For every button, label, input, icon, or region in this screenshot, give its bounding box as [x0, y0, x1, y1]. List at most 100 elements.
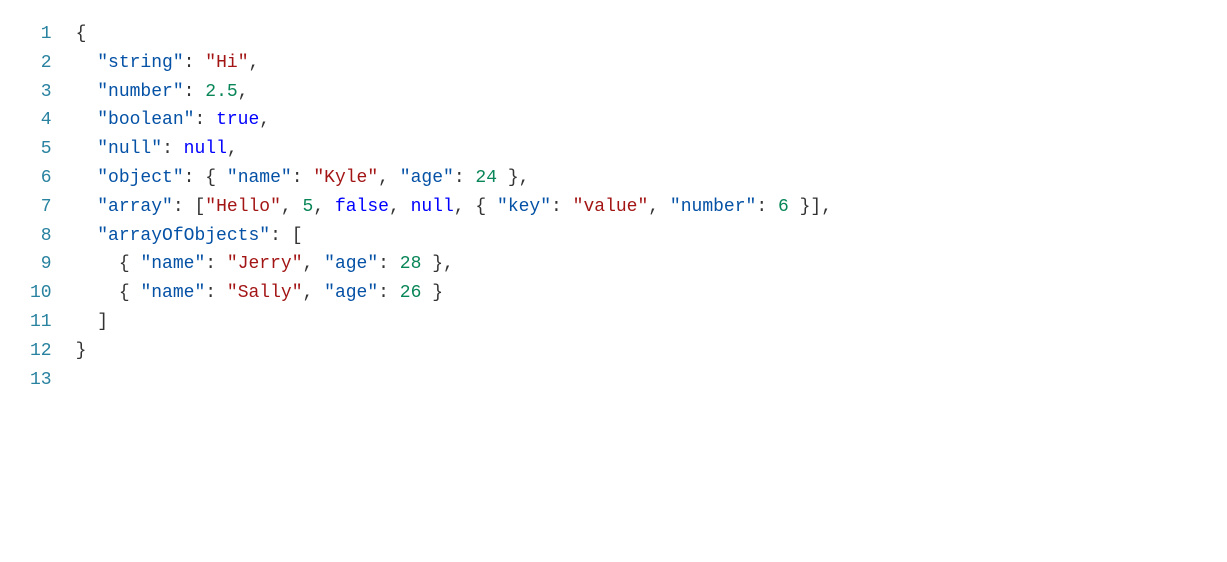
json-key: "name" [227, 168, 292, 188]
code-line[interactable] [76, 366, 832, 395]
indent [76, 226, 98, 246]
colon: : [184, 53, 206, 73]
colon: : [378, 283, 400, 303]
comma: , [648, 197, 670, 217]
brace-close: } [421, 283, 443, 303]
code-line[interactable]: "boolean": true, [76, 106, 832, 135]
json-key: "arrayOfObjects" [97, 226, 270, 246]
line-number: 8 [30, 222, 52, 251]
json-key: "number" [97, 82, 183, 102]
line-number: 10 [30, 279, 52, 308]
comma: , [281, 197, 303, 217]
json-keyword: true [216, 110, 259, 130]
json-string: "Kyle" [313, 168, 378, 188]
json-key: "age" [400, 168, 454, 188]
indent [76, 168, 98, 188]
code-editor[interactable]: 1 2 3 4 5 6 7 8 9 10 11 12 13 { "string"… [30, 20, 1197, 394]
comma: , [303, 254, 325, 274]
json-string: "value" [573, 197, 649, 217]
blank [76, 370, 87, 390]
bracket-close: ] [810, 197, 821, 217]
json-keyword: null [184, 139, 227, 159]
comma: , [821, 197, 832, 217]
code-line[interactable]: "string": "Hi", [76, 49, 832, 78]
json-number: 28 [400, 254, 422, 274]
line-number: 11 [30, 308, 52, 337]
bracket-open: [ [194, 197, 205, 217]
brace-close: } [76, 341, 87, 361]
colon: : [205, 254, 227, 274]
code-line[interactable]: { "name": "Jerry", "age": 28 }, [76, 250, 832, 279]
code-line[interactable]: } [76, 337, 832, 366]
json-string: "Jerry" [227, 254, 303, 274]
brace-open: { [76, 24, 87, 44]
code-line[interactable]: { [76, 20, 832, 49]
json-key: "null" [97, 139, 162, 159]
json-string: "Hi" [205, 53, 248, 73]
line-number: 1 [30, 20, 52, 49]
brace-close: } [789, 197, 811, 217]
code-line[interactable]: "object": { "name": "Kyle", "age": 24 }, [76, 164, 832, 193]
json-key: "key" [497, 197, 551, 217]
code-line[interactable]: "number": 2.5, [76, 78, 832, 107]
line-number: 9 [30, 250, 52, 279]
colon: : [194, 110, 216, 130]
indent [76, 283, 119, 303]
brace-close: } [421, 254, 443, 274]
json-key: "object" [97, 168, 183, 188]
code-content[interactable]: { "string": "Hi", "number": 2.5, "boolea… [76, 20, 832, 394]
code-line[interactable]: "arrayOfObjects": [ [76, 222, 832, 251]
brace-close: } [497, 168, 519, 188]
comma: , [378, 168, 400, 188]
json-key: "age" [324, 254, 378, 274]
code-line[interactable]: ] [76, 308, 832, 337]
line-number-gutter: 1 2 3 4 5 6 7 8 9 10 11 12 13 [30, 20, 76, 394]
colon: : [551, 197, 573, 217]
json-number: 5 [303, 197, 314, 217]
json-string: "Hello" [205, 197, 281, 217]
colon: : [184, 168, 206, 188]
colon: : [205, 283, 227, 303]
line-number: 6 [30, 164, 52, 193]
json-key: "string" [97, 53, 183, 73]
json-key: "name" [140, 254, 205, 274]
json-key: "name" [140, 283, 205, 303]
comma: , [259, 110, 270, 130]
bracket-close: ] [97, 312, 108, 332]
line-number: 5 [30, 135, 52, 164]
code-line[interactable]: "array": ["Hello", 5, false, null, { "ke… [76, 193, 832, 222]
colon: : [292, 168, 314, 188]
json-number: 24 [475, 168, 497, 188]
line-number: 7 [30, 193, 52, 222]
indent [76, 197, 98, 217]
colon: : [162, 139, 184, 159]
json-key: "array" [97, 197, 173, 217]
comma: , [519, 168, 530, 188]
colon: : [756, 197, 778, 217]
code-line[interactable]: { "name": "Sally", "age": 26 } [76, 279, 832, 308]
json-key: "age" [324, 283, 378, 303]
colon: : [378, 254, 400, 274]
indent [76, 312, 98, 332]
comma: , [249, 53, 260, 73]
indent [76, 53, 98, 73]
json-number: 2.5 [205, 82, 237, 102]
comma: , [227, 139, 238, 159]
colon: : [184, 82, 206, 102]
line-number: 12 [30, 337, 52, 366]
colon: : [454, 168, 476, 188]
json-keyword: null [411, 197, 454, 217]
line-number: 13 [30, 366, 52, 395]
code-line[interactable]: "null": null, [76, 135, 832, 164]
json-key: "boolean" [97, 110, 194, 130]
json-number: 6 [778, 197, 789, 217]
comma: , [238, 82, 249, 102]
indent [76, 139, 98, 159]
line-number: 4 [30, 106, 52, 135]
json-string: "Sally" [227, 283, 303, 303]
json-key: "number" [670, 197, 756, 217]
brace-open: { [475, 197, 497, 217]
comma: , [443, 254, 454, 274]
line-number: 2 [30, 49, 52, 78]
line-number: 3 [30, 78, 52, 107]
